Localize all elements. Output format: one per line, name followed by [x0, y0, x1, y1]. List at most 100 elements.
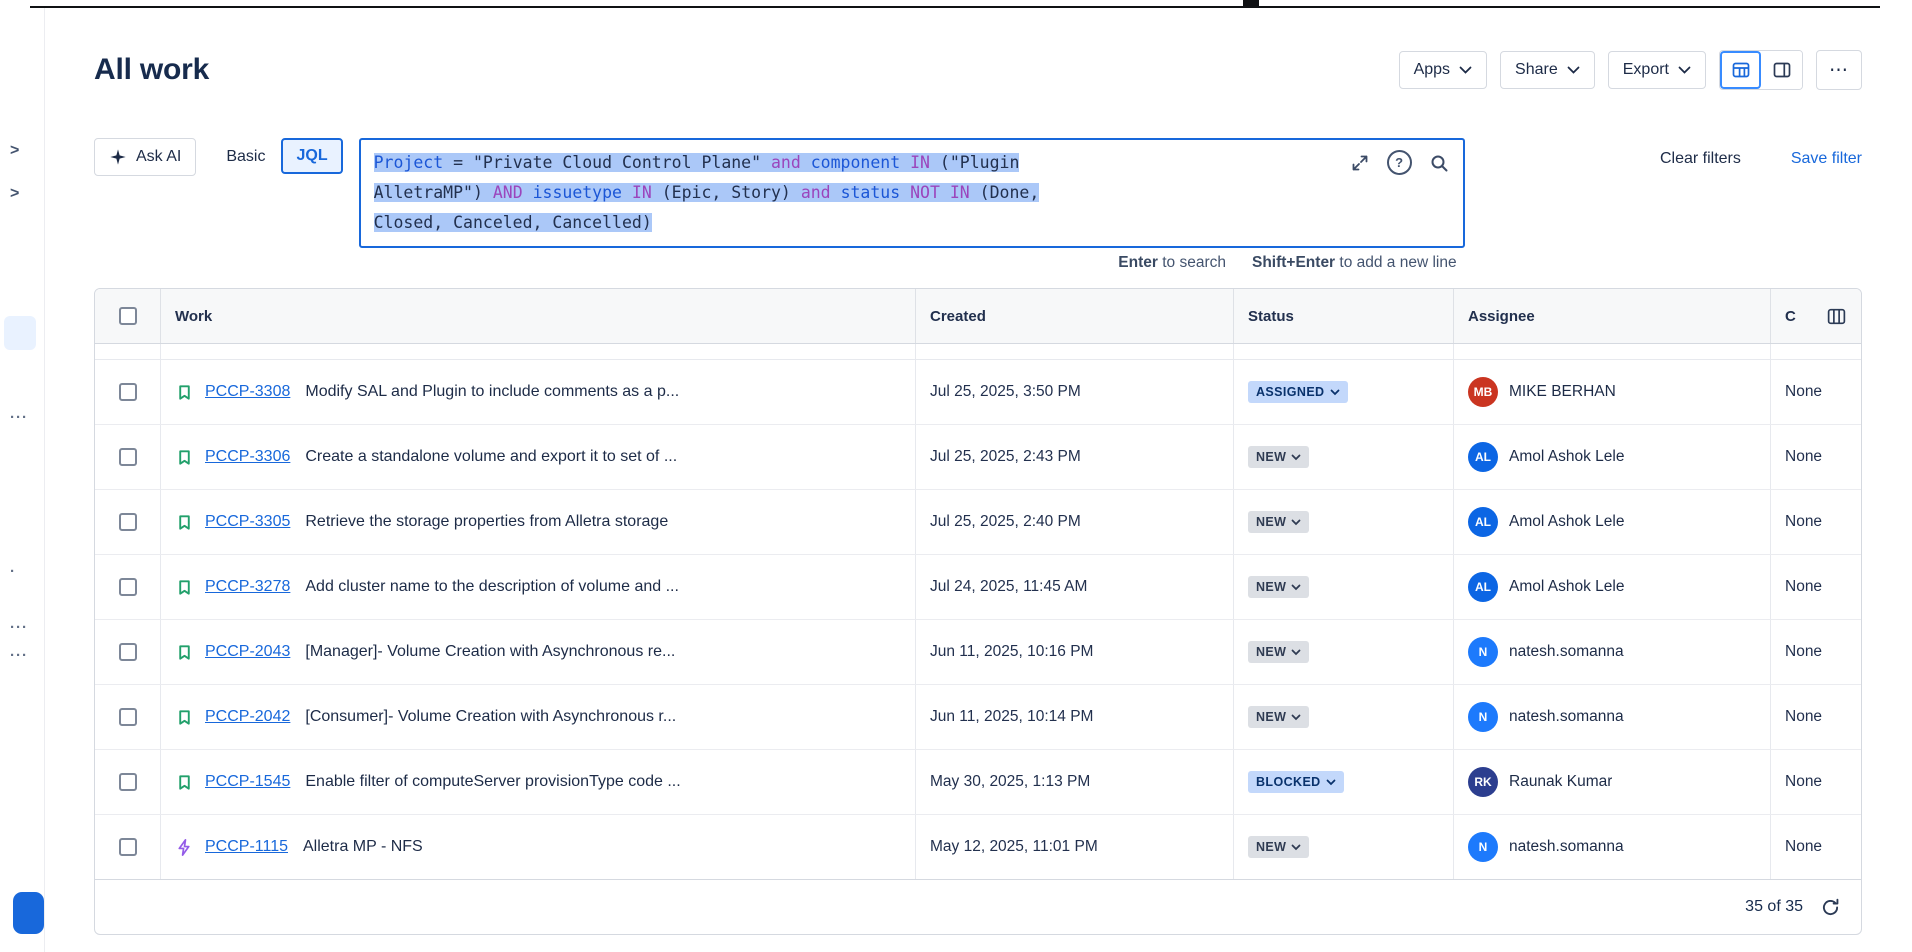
expand-editor-icon[interactable] [1350, 153, 1370, 173]
avatar: N [1468, 637, 1498, 667]
share-button[interactable]: Share [1500, 51, 1595, 89]
export-button-label: Export [1623, 61, 1669, 79]
sidebar-overflow-icon[interactable]: ··· [10, 648, 28, 664]
issue-key-link[interactable]: PCCP-3278 [205, 578, 290, 596]
sidebar-bottom-button[interactable] [13, 892, 44, 934]
table-row[interactable]: PCCP-1115Alletra MP - NFSMay 12, 2025, 1… [95, 815, 1861, 879]
status-badge[interactable]: NEW [1248, 706, 1309, 728]
story-icon [175, 513, 194, 532]
search-icon[interactable] [1429, 153, 1449, 173]
table-row[interactable]: PCCP-3306 Create a standalone volume and … [95, 425, 1861, 490]
work-cell: PCCP-3306 Create a standalone volume and … [160, 425, 915, 489]
table-row[interactable]: PCCP-3308 Modify SAL and Plugin to includ… [95, 360, 1861, 425]
issue-summary[interactable]: Add cluster name to the description of v… [305, 578, 679, 596]
issue-key-link[interactable]: PCCP-3305 [205, 513, 290, 531]
mode-basic-button[interactable]: Basic [218, 138, 273, 176]
work-cell: PCCP-1115 Alletra MP - NFS [160, 815, 915, 879]
column-header-assignee[interactable]: Assignee [1453, 289, 1770, 343]
status-cell: NEW [1233, 490, 1453, 554]
sidebar-overflow-icon[interactable]: ··· [10, 620, 28, 636]
sidebar-active-item[interactable] [4, 316, 36, 350]
chevron-down-icon [1291, 649, 1301, 656]
issue-key-link[interactable]: PCCP-3306 [205, 448, 290, 466]
work-cell: PCCP-3278 Add cluster name to the descrip… [160, 555, 915, 619]
ask-ai-button[interactable]: Ask AI [94, 138, 196, 176]
select-all-checkbox[interactable] [119, 307, 137, 325]
issue-key-link[interactable]: PCCP-3308 [205, 383, 290, 401]
status-cell: BLOCKED [1233, 750, 1453, 814]
chevron-down-icon [1291, 714, 1301, 721]
status-badge[interactable]: NEW [1248, 446, 1309, 468]
sidebar-expand-chevron-icon[interactable]: > [10, 186, 19, 202]
issue-summary[interactable]: Alletra MP - NFS [303, 838, 423, 856]
apps-button[interactable]: Apps [1399, 51, 1487, 89]
syntax-help-icon[interactable]: ? [1387, 150, 1412, 175]
issue-key-link[interactable]: PCCP-1545 [205, 773, 290, 791]
chevron-down-icon [1330, 389, 1340, 396]
row-checkbox[interactable] [119, 643, 137, 661]
assignee-name: Raunak Kumar [1509, 773, 1612, 791]
save-filter-button[interactable]: Save filter [1791, 150, 1862, 168]
column-header-status[interactable]: Status [1233, 289, 1453, 343]
export-button[interactable]: Export [1608, 51, 1706, 89]
columns-settings-icon[interactable] [1826, 306, 1847, 327]
chevron-down-icon [1459, 66, 1472, 74]
table-row[interactable]: PCCP-3278 Add cluster name to the descrip… [95, 555, 1861, 620]
table-row[interactable]: PCCP-3305 Retrieve the storage properties… [95, 490, 1861, 555]
row-checkbox[interactable] [119, 708, 137, 726]
issue-key-link[interactable]: PCCP-2042 [205, 708, 290, 726]
status-badge[interactable]: NEW [1248, 576, 1309, 598]
row-checkbox[interactable] [119, 448, 137, 466]
assignee-name: natesh.somanna [1509, 708, 1624, 726]
enter-key-hint: Enter [1118, 254, 1158, 271]
status-badge[interactable]: NEW [1248, 641, 1309, 663]
jql-input[interactable]: Project = "Private Cloud Control Plane" … [359, 138, 1465, 248]
row-checkbox[interactable] [119, 578, 137, 596]
grid-view-button[interactable] [1720, 51, 1761, 89]
issue-summary[interactable]: Modify SAL and Plugin to include comment… [305, 383, 679, 401]
status-badge[interactable]: BLOCKED [1248, 771, 1344, 793]
chevron-down-icon [1291, 844, 1301, 851]
more-options-button[interactable]: ⋯ [1816, 50, 1862, 90]
filter-actions: Clear filters Save filter [1660, 138, 1862, 168]
table-row[interactable]: PCCP-2042 [Consumer]- Volume Creation wit… [95, 685, 1861, 750]
issue-summary[interactable]: Enable filter of computeServer provision… [305, 773, 680, 791]
chevron-down-icon [1567, 66, 1580, 74]
category-cell: None [1770, 425, 1861, 489]
refresh-icon[interactable] [1820, 897, 1841, 918]
status-badge[interactable]: ASSIGNED [1248, 381, 1348, 403]
sidebar-overflow-icon[interactable]: · [10, 564, 16, 580]
row-checkbox[interactable] [119, 383, 137, 401]
sidebar-overflow-icon[interactable]: ··· [10, 410, 28, 426]
work-cell: PCCP-3305 Retrieve the storage properties… [160, 490, 915, 554]
assignee-cell: ALAmol Ashok Lele [1453, 490, 1770, 554]
side-panel-icon [1772, 60, 1792, 80]
issue-key-link[interactable]: PCCP-2043 [205, 643, 290, 661]
column-header-category-label[interactable]: C [1785, 308, 1796, 325]
table-row[interactable]: PCCP-2043 [Manager]- Volume Creation with… [95, 620, 1861, 685]
story-icon [175, 708, 194, 727]
sidebar-expand-chevron-icon[interactable]: > [10, 143, 19, 159]
detail-view-button[interactable] [1761, 51, 1802, 89]
row-checkbox[interactable] [119, 838, 137, 856]
row-checkbox[interactable] [119, 513, 137, 531]
issue-summary[interactable]: [Manager]- Volume Creation with Asynchro… [305, 643, 675, 661]
status-badge[interactable]: NEW [1248, 511, 1309, 533]
issue-summary[interactable]: [Consumer]- Volume Creation with Asynchr… [305, 708, 676, 726]
mode-jql-button[interactable]: JQL [281, 138, 342, 174]
table-row[interactable]: PCCP-1545 Enable filter of computeServer … [95, 750, 1861, 815]
shift-enter-hint-text: to add a new line [1335, 254, 1457, 271]
row-checkbox[interactable] [119, 773, 137, 791]
status-badge[interactable]: NEW [1248, 836, 1309, 858]
issue-key-link[interactable]: PCCP-1115 [205, 838, 288, 856]
story-icon [175, 643, 194, 662]
issue-summary[interactable]: Retrieve the storage properties from All… [305, 513, 668, 531]
category-cell: None [1770, 490, 1861, 554]
issue-summary[interactable]: Create a standalone volume and export it… [305, 448, 677, 466]
header-actions: Apps Share Export ⋯ [1399, 50, 1862, 90]
chevron-down-icon [1291, 454, 1301, 461]
clear-filters-button[interactable]: Clear filters [1660, 150, 1741, 168]
row-select-cell [95, 360, 160, 424]
column-header-created[interactable]: Created [915, 289, 1233, 343]
column-header-work[interactable]: Work [160, 289, 915, 343]
